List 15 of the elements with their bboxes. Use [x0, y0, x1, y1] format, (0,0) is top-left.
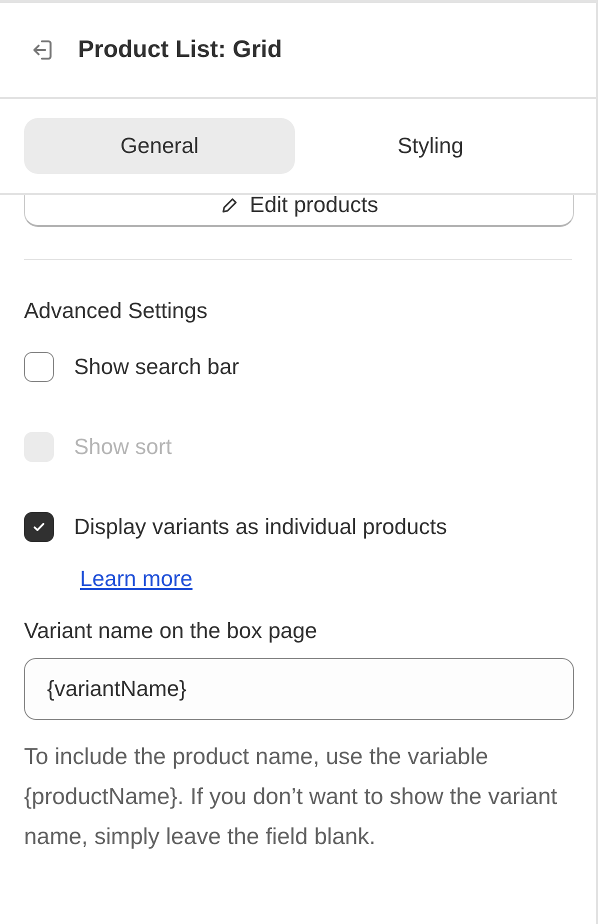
option-label: Show sort [74, 434, 172, 460]
variant-name-field[interactable]: {variantName} [24, 658, 574, 720]
option-label: Show search bar [74, 354, 240, 380]
checkmark-icon [32, 520, 46, 534]
help-text: To include the product name, use the variable {productName}. If you don’t want to show the variant name, simply leave the field blank. [24, 742, 558, 851]
panel-title: Product List: Grid [78, 36, 282, 64]
field-label: Variant name on the box page [24, 618, 318, 644]
tab[interactable]: General [24, 118, 295, 174]
edit-products-button[interactable]: Edit products [24, 195, 574, 227]
learn-more-link[interactable]: Learn more [80, 566, 193, 592]
tab[interactable]: Styling [295, 118, 566, 174]
checkbox[interactable] [24, 512, 54, 542]
option-label: Display variants as individual products [74, 514, 447, 540]
section-title: Advanced Settings [24, 298, 208, 324]
checkbox[interactable] [24, 352, 54, 382]
